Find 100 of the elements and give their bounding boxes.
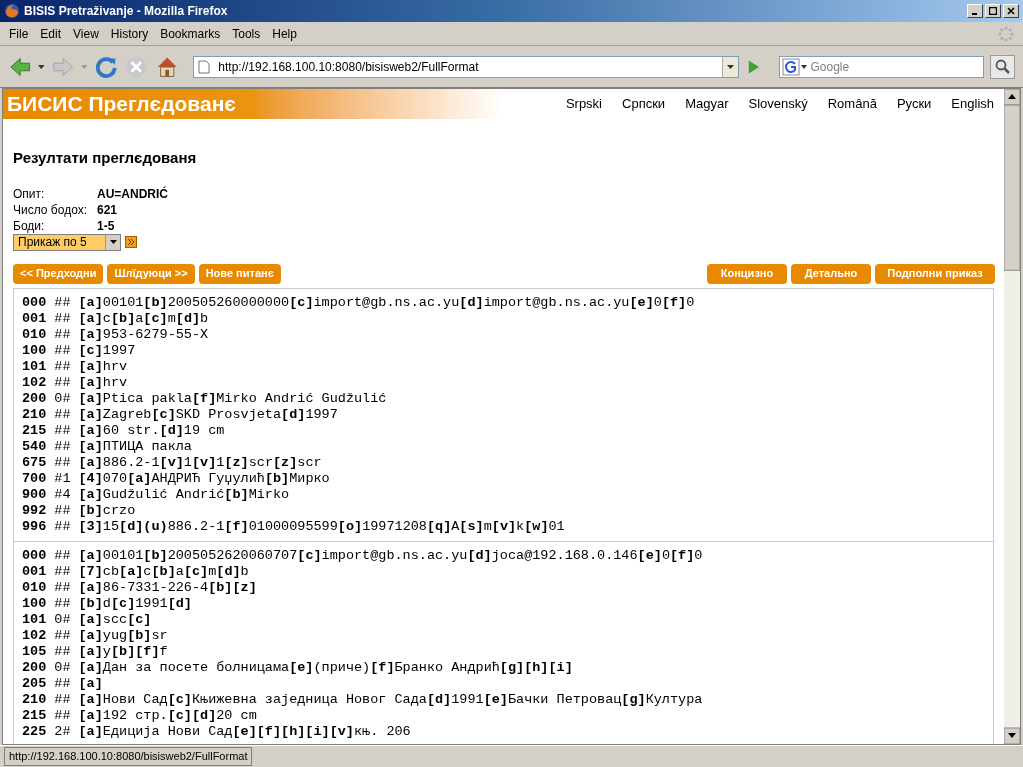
language-link[interactable]: Srpski xyxy=(565,94,602,114)
page-heading: Резултати преглєдованя xyxy=(13,148,197,168)
field-content: [a]hrv xyxy=(78,374,128,391)
field-indicator: ## xyxy=(54,707,71,724)
dropdown-button[interactable] xyxy=(721,56,738,77)
field-content: [a]192 стр.[c][d]20 cm xyxy=(78,707,257,724)
page-icon xyxy=(198,59,211,74)
field-indicator: ## xyxy=(54,326,71,343)
field-label: Боди: xyxy=(13,217,46,234)
field-indicator: ## xyxy=(54,518,71,535)
field-indicator: ## xyxy=(54,342,71,359)
field-tag: 010 xyxy=(22,326,47,343)
minimize-button[interactable] xyxy=(967,4,983,18)
field-indicator: ## xyxy=(54,643,71,660)
field-tag: 010 xyxy=(22,579,47,596)
field-tag: 205 xyxy=(22,675,47,692)
language-link[interactable]: Српски xyxy=(622,94,666,114)
field-content: [a]yug[b]sr xyxy=(78,627,168,644)
window-title: BISIS Pretraživanje - Mozilla Firefox xyxy=(24,3,228,20)
field-content: [a]Gudžulić Andrić[b]Mirko xyxy=(78,486,290,503)
status-text: http://192.168.100.10:8080/bisisweb2/FullFormat xyxy=(4,747,253,766)
field-content: [a]Едиција Нови Сад[e][f][h][i][v]књ. 206 xyxy=(78,723,411,740)
field-indicator: ## xyxy=(54,454,71,471)
field-tag: 210 xyxy=(22,406,47,423)
caret-icon[interactable] xyxy=(38,64,45,69)
search-engine-icon[interactable] xyxy=(782,57,809,76)
field-indicator: #1 xyxy=(54,470,71,487)
field-indicator: ## xyxy=(54,563,71,580)
language-link[interactable]: Руски xyxy=(896,94,932,114)
field-content: [a]hrv xyxy=(78,358,128,375)
field-indicator: ## xyxy=(54,422,71,439)
field-content: [a]00101[b]200505260000000[c]import@gb.ns.ac.yu[d]import@gb.ns.ac.yu[e]0[f]0 xyxy=(78,294,695,311)
search-button[interactable] xyxy=(990,54,1016,79)
field-value: AU=ANDRIĆ xyxy=(97,185,168,202)
close-button[interactable] xyxy=(1003,4,1019,18)
menu-item[interactable]: File xyxy=(4,24,34,43)
field-indicator: 2# xyxy=(54,723,71,740)
field-tag: 996 xyxy=(22,518,47,535)
field-content: [a]y[b][f]f xyxy=(78,643,168,660)
go-icon[interactable] xyxy=(125,236,137,248)
field-indicator: ## xyxy=(54,438,71,455)
menu-item[interactable]: Tools xyxy=(227,24,266,43)
menu-item[interactable]: History xyxy=(105,24,154,43)
field-indicator: ## xyxy=(54,358,71,375)
field-indicator: ## xyxy=(54,691,71,708)
field-indicator: ## xyxy=(54,310,71,327)
field-tag: 540 xyxy=(22,438,47,455)
throbber-icon xyxy=(997,24,1015,43)
field-content: [a]Zagreb[c]SKD Prosvjeta[d]1997 xyxy=(78,406,338,423)
maximize-icon xyxy=(989,7,997,15)
field-tag: 992 xyxy=(22,502,47,519)
field-content: [a]Ptica pakla[f]Mirko Andrić Gudžulić xyxy=(78,390,387,407)
field-content: [a]60 str.[d]19 cm xyxy=(78,422,225,439)
field-content: [a]886.2-1[v]1[v]1[z]scr[z]scr xyxy=(78,454,322,471)
address-field[interactable]: http://192.168.100.10:8080/bisisweb2/FullFormat xyxy=(193,55,739,78)
field-content: [c]1997 xyxy=(78,342,136,359)
search-field[interactable]: Google xyxy=(779,55,985,78)
scrollbar-drawing[interactable] xyxy=(1004,89,1020,744)
search-input[interactable]: Google xyxy=(810,57,984,76)
field-indicator: ## xyxy=(54,675,71,692)
menu-item[interactable]: Help xyxy=(267,24,302,43)
search-icon xyxy=(994,58,1011,75)
field-tag: 101 xyxy=(22,358,47,375)
field-indicator: ## xyxy=(54,595,71,612)
page-size-select[interactable]: Прикаж по 5 xyxy=(13,233,121,251)
menu-item[interactable]: Edit xyxy=(35,24,67,43)
field-tag: 001 xyxy=(22,310,47,327)
field-tag: 225 xyxy=(22,723,47,740)
caret-icon xyxy=(109,240,117,244)
field-indicator: 0# xyxy=(54,611,71,628)
field-tag: 102 xyxy=(22,627,47,644)
field-tag: 700 xyxy=(22,470,47,487)
field-content: [a]00101[b]2005052620060707[c]import@gb.ns.ac.yu[d]joca@192.168.0.146[e]0[f]0 xyxy=(78,547,703,564)
field-content: [a]86-7331-226-4[b][z] xyxy=(78,579,257,596)
language-link[interactable]: Română xyxy=(827,94,877,114)
field-label: Число бодох: xyxy=(13,201,88,218)
maximize-button[interactable] xyxy=(985,4,1001,18)
address-text: http://192.168.100.10:8080/bisisweb2/FullFormat xyxy=(218,58,479,76)
field-tag: 900 xyxy=(22,486,47,503)
field-tag: 102 xyxy=(22,374,47,391)
field-content: [3]15[d](u)886.2-1[f]01000095599[o]19971208[q]A[s]m[v]k[w]01 xyxy=(78,518,565,535)
language-link[interactable]: English xyxy=(951,94,994,114)
field-content: [a]Нови Сад[c]Књижевна заједница Новог Сада[d]1991[e]Бачки Петровац[g]Култура xyxy=(78,691,703,708)
field-indicator: ## xyxy=(54,294,71,311)
menu-item[interactable]: Bookmarks xyxy=(155,24,226,43)
caret-icon xyxy=(726,64,734,69)
field-indicator: #4 xyxy=(54,486,71,503)
field-tag: 000 xyxy=(22,294,47,311)
field-tag: 210 xyxy=(22,691,47,708)
menu-item[interactable]: View xyxy=(68,24,104,43)
field-content: [a]c[b]a[c]m[d]b xyxy=(78,310,209,327)
banner-title: БИСИС Преглєдованє xyxy=(7,91,236,118)
field-tag: 100 xyxy=(22,595,47,612)
field-tag: 215 xyxy=(22,707,47,724)
field-indicator: 0# xyxy=(54,390,71,407)
field-tag: 675 xyxy=(22,454,47,471)
field-indicator: 0# xyxy=(54,659,71,676)
language-link[interactable]: Slovenský xyxy=(748,94,808,114)
language-link[interactable]: Magyar xyxy=(685,94,729,114)
close-icon xyxy=(1007,7,1015,15)
